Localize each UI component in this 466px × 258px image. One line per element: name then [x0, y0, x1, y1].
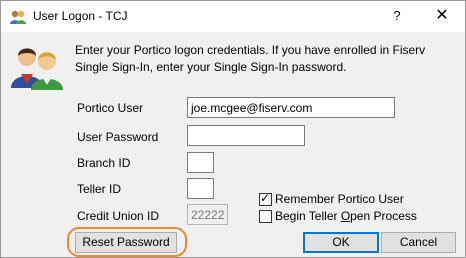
reset-password-button[interactable]: Reset Password	[75, 232, 177, 253]
teller-id-label: Teller ID	[77, 182, 122, 196]
help-button[interactable]: ?	[387, 5, 407, 27]
branch-id-label: Branch ID	[77, 156, 131, 170]
credit-union-id-input	[187, 204, 228, 225]
begin-teller-checkbox[interactable]	[259, 210, 272, 223]
remember-user-checkbox[interactable]: ✓	[259, 191, 272, 206]
window-title: User Logon - TCJ	[33, 9, 128, 23]
user-password-label: User Password	[77, 130, 159, 144]
ok-button[interactable]: OK	[303, 232, 379, 253]
checkmark-icon: ✓	[260, 191, 271, 205]
instructions-text: Enter your Portico logon credentials. If…	[75, 43, 426, 74]
title-bar: User Logon - TCJ ? ✕	[1, 1, 465, 32]
user-logon-dialog: User Logon - TCJ ? ✕ Enter your Portico …	[0, 0, 466, 258]
teller-id-input[interactable]	[187, 178, 214, 199]
branch-id-input[interactable]	[187, 152, 214, 173]
users-icon	[10, 10, 26, 24]
users-icon	[11, 48, 63, 90]
user-password-input[interactable]	[187, 125, 305, 146]
dialog-content: Enter your Portico logon credentials. If…	[1, 32, 465, 257]
remember-user-label: Remember Portico User	[275, 192, 404, 206]
portico-user-input[interactable]	[187, 97, 395, 118]
begin-teller-label: Begin Teller Open Process	[275, 209, 417, 223]
credit-union-id-label: Credit Union ID	[77, 209, 160, 223]
portico-user-label: Portico User	[77, 101, 144, 115]
cancel-button[interactable]: Cancel	[381, 232, 456, 253]
close-button[interactable]: ✕	[429, 5, 455, 27]
